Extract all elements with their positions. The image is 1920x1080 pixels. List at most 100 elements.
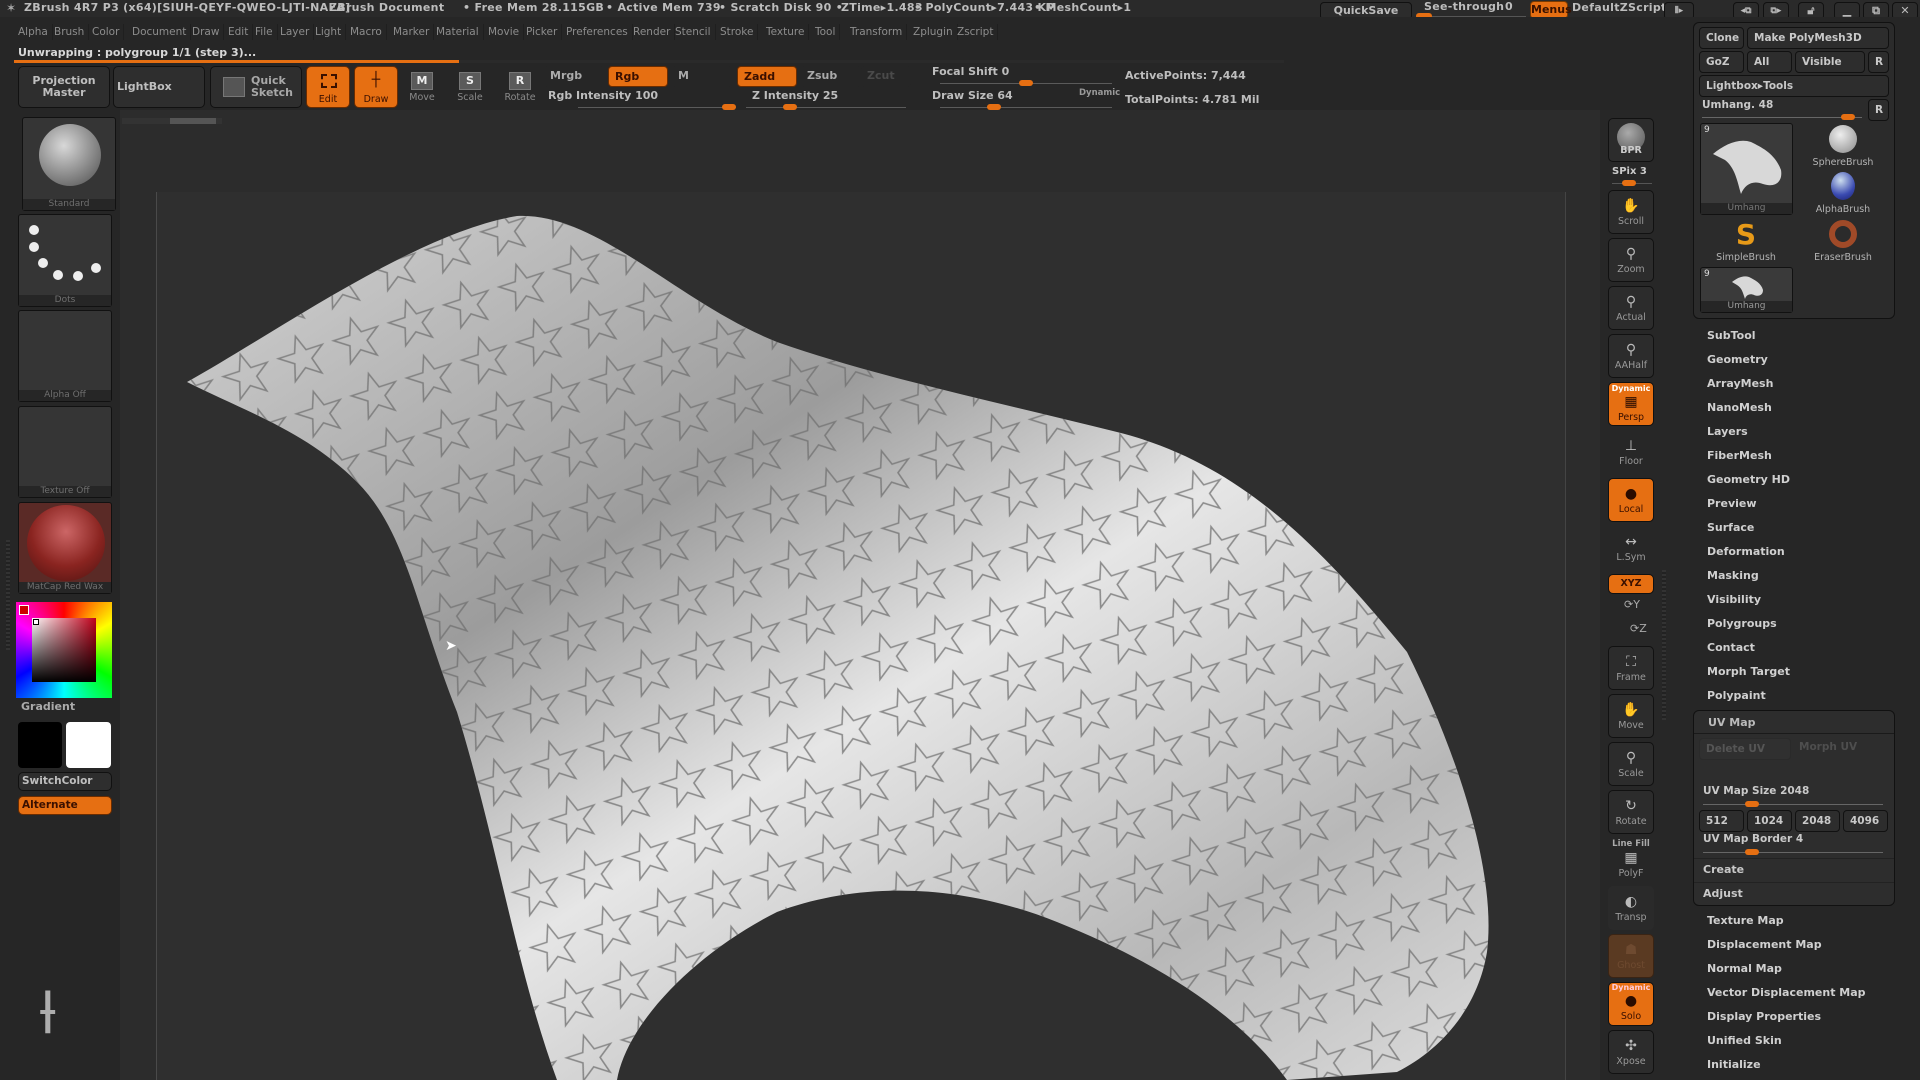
draw-size-slider[interactable] bbox=[940, 107, 1112, 108]
goz-r-button[interactable]: R bbox=[1868, 51, 1889, 73]
uv-map-size-knob[interactable] bbox=[1744, 801, 1759, 807]
section-geometry-hd[interactable]: Geometry HD bbox=[1707, 473, 1790, 486]
menu-movie[interactable]: Movie bbox=[484, 24, 525, 40]
section-masking[interactable]: Masking bbox=[1707, 569, 1759, 582]
ghost-button[interactable]: ☗ Ghost bbox=[1608, 934, 1654, 978]
aahalf-button[interactable]: ⚲ AAHalf bbox=[1608, 334, 1654, 378]
section-morph-target[interactable]: Morph Target bbox=[1707, 665, 1790, 678]
menu-document[interactable]: Document bbox=[128, 24, 192, 40]
local-button[interactable]: ● Local bbox=[1608, 478, 1654, 522]
section-arraymesh[interactable]: ArrayMesh bbox=[1707, 377, 1773, 390]
section-visibility[interactable]: Visibility bbox=[1707, 593, 1761, 606]
section-texture-map[interactable]: Texture Map bbox=[1707, 914, 1784, 927]
xyz-rotate-button[interactable]: XYZ bbox=[1608, 574, 1654, 594]
alpha-thumbnail[interactable]: Alpha Off bbox=[18, 310, 112, 402]
alternate-button[interactable]: Alternate bbox=[18, 796, 112, 815]
floor-button[interactable]: ⊥ Floor bbox=[1608, 430, 1654, 474]
uv-map-title[interactable]: UV Map bbox=[1708, 716, 1756, 729]
gradient-toggle[interactable]: Gradient bbox=[18, 700, 112, 718]
zoom-button[interactable]: ⚲ Zoom bbox=[1608, 238, 1654, 282]
uv-map-border-slider[interactable] bbox=[1703, 852, 1883, 853]
viewport-canvas[interactable]: ➤ bbox=[156, 192, 1566, 1080]
quick-sketch-button[interactable]: Quick Sketch bbox=[210, 66, 302, 108]
tool-simplebrush[interactable]: S SimpleBrush bbox=[1700, 218, 1792, 264]
rotate-button[interactable]: R Rotate bbox=[500, 72, 540, 103]
uv-size-4096-button[interactable]: 4096 bbox=[1843, 810, 1888, 832]
tool-thumb-umhang-small[interactable]: 9 Umhang bbox=[1700, 267, 1793, 313]
texture-thumbnail[interactable]: Texture Off bbox=[18, 406, 112, 498]
bpr-button[interactable]: BPR bbox=[1608, 118, 1654, 162]
menu-render[interactable]: Render bbox=[629, 24, 676, 40]
section-fibermesh[interactable]: FiberMesh bbox=[1707, 449, 1772, 462]
section-polypaint[interactable]: Polypaint bbox=[1707, 689, 1766, 702]
m-button[interactable]: M bbox=[672, 66, 732, 87]
section-subtool[interactable]: SubTool bbox=[1707, 329, 1756, 342]
menu-brush[interactable]: Brush bbox=[50, 24, 90, 40]
umhang-r-button[interactable]: R bbox=[1868, 99, 1889, 121]
umhang-slider[interactable] bbox=[1702, 117, 1862, 118]
zadd-button[interactable]: Zadd bbox=[737, 66, 797, 87]
tool-spherebrush[interactable]: SphereBrush bbox=[1797, 123, 1889, 169]
tool-thumb-umhang-large[interactable]: 9 Umhang bbox=[1700, 123, 1793, 215]
mrgb-button[interactable]: Mrgb bbox=[544, 66, 604, 87]
dynamic-toggle[interactable]: Dynamic bbox=[1079, 88, 1120, 98]
scale-view-button[interactable]: ⚲ Scale bbox=[1608, 742, 1654, 786]
section-geometry[interactable]: Geometry bbox=[1707, 353, 1768, 366]
make-polymesh3d-button[interactable]: Make PolyMesh3D bbox=[1747, 27, 1889, 49]
zsub-button[interactable]: Zsub bbox=[801, 66, 861, 87]
switch-color-button[interactable]: SwitchColor bbox=[18, 772, 112, 791]
rgb-button[interactable]: Rgb bbox=[608, 66, 668, 87]
menu-layer[interactable]: Layer bbox=[276, 24, 315, 40]
z-intensity-slider[interactable] bbox=[746, 107, 906, 108]
color-picker-square[interactable] bbox=[32, 618, 96, 682]
actual-button[interactable]: ⚲ Actual bbox=[1608, 286, 1654, 330]
uv-size-512-button[interactable]: 512 bbox=[1699, 810, 1744, 832]
visible-button[interactable]: Visible bbox=[1795, 51, 1865, 73]
edit-button[interactable]: Edit bbox=[306, 66, 350, 108]
section-displacement-map[interactable]: Displacement Map bbox=[1707, 938, 1822, 951]
section-unified-skin[interactable]: Unified Skin bbox=[1707, 1034, 1782, 1047]
lsym-button[interactable]: ↔ L.Sym bbox=[1608, 526, 1654, 570]
color-picker-ring[interactable] bbox=[16, 602, 112, 698]
move-view-button[interactable]: ✋ Move bbox=[1608, 694, 1654, 738]
section-normal-map[interactable]: Normal Map bbox=[1707, 962, 1782, 975]
uv-create-section[interactable]: Create bbox=[1703, 863, 1744, 876]
material-thumbnail[interactable]: MatCap Red Wax bbox=[18, 502, 112, 594]
menu-picker[interactable]: Picker bbox=[522, 24, 563, 40]
menu-transform[interactable]: Transform bbox=[846, 24, 908, 40]
persp-button[interactable]: Dynamic ▦ Persp bbox=[1608, 382, 1654, 426]
uv-adjust-section[interactable]: Adjust bbox=[1703, 887, 1743, 900]
menu-light[interactable]: Light bbox=[311, 24, 347, 40]
left-shelf-scrollbar[interactable] bbox=[6, 540, 10, 650]
transp-button[interactable]: ◐ Transp bbox=[1608, 886, 1654, 930]
rgb-intensity-slider[interactable] bbox=[578, 107, 736, 108]
uv-map-border-knob[interactable] bbox=[1744, 849, 1759, 855]
all-button[interactable]: All bbox=[1747, 51, 1792, 73]
main-color-swatch[interactable] bbox=[18, 722, 62, 768]
menu-stroke[interactable]: Stroke bbox=[716, 24, 759, 40]
menu-zplugin[interactable]: Zplugin bbox=[909, 24, 958, 40]
section-nanomesh[interactable]: NanoMesh bbox=[1707, 401, 1772, 414]
rotate-view-button[interactable]: ↻ Rotate bbox=[1608, 790, 1654, 834]
menu-color[interactable]: Color bbox=[88, 24, 125, 40]
section-deformation[interactable]: Deformation bbox=[1707, 545, 1785, 558]
menu-file[interactable]: File bbox=[251, 24, 278, 40]
move-button[interactable]: M Move bbox=[404, 72, 440, 103]
focal-shift-knob[interactable] bbox=[1019, 80, 1033, 86]
y-rotate-icon[interactable]: ⟳Y bbox=[1624, 598, 1640, 611]
menu-alpha[interactable]: Alpha bbox=[14, 24, 53, 40]
menu-draw[interactable]: Draw bbox=[188, 24, 225, 40]
menu-material[interactable]: Material bbox=[432, 24, 484, 40]
section-vector-displacement-map[interactable]: Vector Displacement Map bbox=[1707, 986, 1866, 999]
clone-button[interactable]: Clone bbox=[1699, 27, 1744, 49]
umhang-slider-knob[interactable] bbox=[1840, 114, 1855, 120]
draw-button[interactable]: ┼ Draw bbox=[354, 66, 398, 108]
projection-master-button[interactable]: Projection Master bbox=[18, 66, 110, 108]
scale-button[interactable]: S Scale bbox=[452, 72, 488, 103]
uv-size-1024-button[interactable]: 1024 bbox=[1747, 810, 1792, 832]
menu-zscript[interactable]: Zscript bbox=[953, 24, 999, 40]
menu-macro[interactable]: Macro bbox=[346, 24, 387, 40]
lightbox-button[interactable]: LightBox bbox=[113, 66, 205, 108]
tool-alphabrush[interactable]: AlphaBrush bbox=[1797, 170, 1889, 216]
secondary-color-swatch[interactable] bbox=[66, 722, 111, 768]
